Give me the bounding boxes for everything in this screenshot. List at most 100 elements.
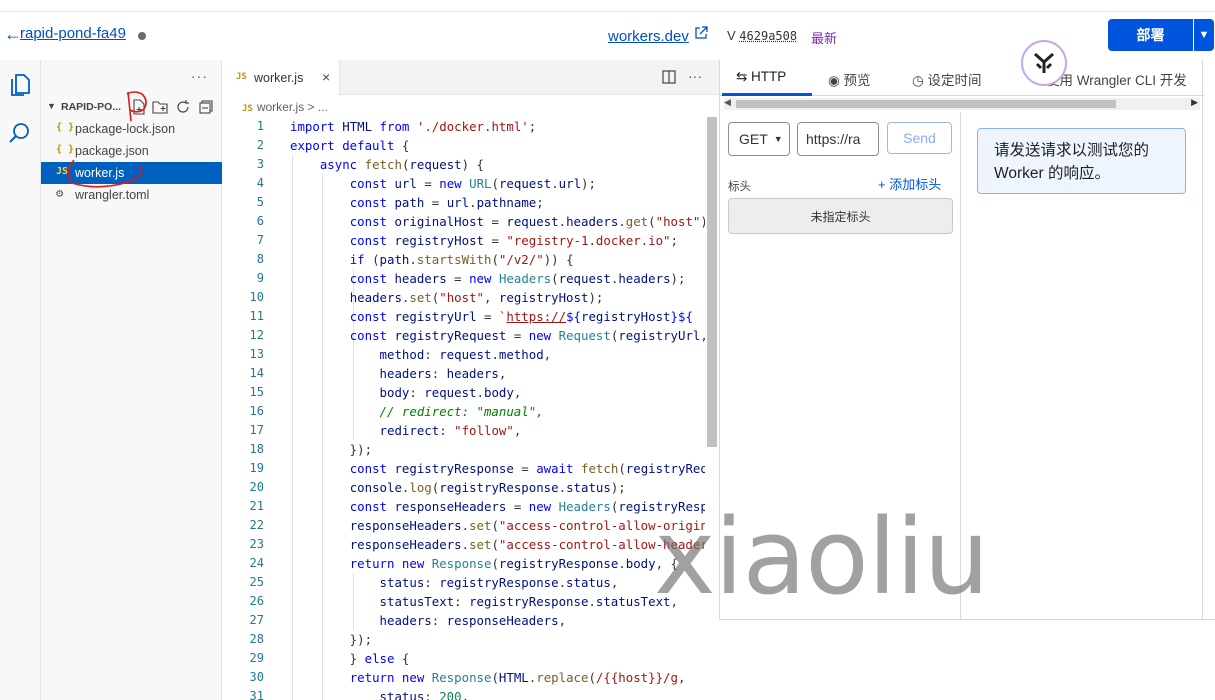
- scrollbar-thumb[interactable]: [707, 117, 717, 447]
- code-line: 21 const responseHeaders = new Headers(r…: [249, 499, 705, 514]
- code-line: 6 const originalHost = request.headers.g…: [256, 214, 705, 229]
- tab-worker-js[interactable]: JS worker.js ×: [222, 60, 340, 95]
- preview-tab-bar: ⇆ HTTP ◉ 预览 ◷ 设定时间 使用 Wrangler CLI 开发: [720, 60, 1204, 96]
- unsaved-dot-icon: [138, 32, 146, 40]
- editor-more-icon[interactable]: ···: [688, 68, 702, 84]
- breadcrumb[interactable]: JS worker.js > ...: [242, 100, 328, 114]
- code-line: 18 });: [249, 442, 373, 457]
- tab-label: worker.js: [254, 71, 304, 85]
- workers-dev-link[interactable]: workers.dev: [608, 28, 689, 45]
- code-line: 2 export default {: [256, 138, 410, 153]
- version-latest-badge: 最新: [811, 31, 838, 46]
- explorer-more-icon[interactable]: ···: [191, 68, 208, 84]
- code-line: 26 statusText: registryResponse.statusTe…: [249, 594, 678, 609]
- version-prefix: V: [727, 28, 736, 43]
- headers-label: 标头: [728, 181, 751, 193]
- code-line: 9 const headers = new Headers(request.he…: [256, 271, 686, 286]
- code-line: 30 return new Response(HTML.replace(/{{h…: [249, 670, 686, 685]
- file-item-package-lock[interactable]: { } package-lock.json: [41, 118, 222, 140]
- method-select[interactable]: GET ▼: [728, 122, 790, 156]
- code-line: 4 const url = new URL(request.url);: [256, 176, 596, 191]
- deploy-dropdown-chevron-icon[interactable]: ▼: [1194, 19, 1214, 51]
- code-line: 16 // redirect: "manual",: [249, 404, 544, 419]
- tabs-horizontal-scrollbar[interactable]: ◀ ▶: [724, 97, 1200, 110]
- json-file-icon: { }: [56, 144, 75, 155]
- tab-wrangler-cli[interactable]: 使用 Wrangler CLI 开发: [1046, 69, 1187, 89]
- method-value: GET: [739, 131, 768, 147]
- code-line: 10 headers.set("host", registryHost);: [249, 290, 604, 305]
- code-editor: JS worker.js × ··· JS worker.js > ... 1 im…: [222, 60, 719, 700]
- collapse-all-icon[interactable]: [198, 99, 214, 115]
- add-header-button[interactable]: + 添加标头: [878, 174, 941, 193]
- tab-http[interactable]: ⇆ HTTP: [736, 69, 786, 85]
- code-line: 7 const registryHost = "registry-1.docke…: [256, 233, 678, 248]
- assistant-logo-icon[interactable]: [1021, 40, 1067, 86]
- active-tab-indicator: [722, 93, 812, 96]
- code-line: 1 import HTML from './docker.html';: [256, 119, 537, 134]
- file-explorer: ··· ▼ RAPID-PO... { } package-lock.json …: [41, 60, 222, 700]
- root-folder-label: RAPID-PO...: [61, 101, 122, 113]
- file-item-wrangler[interactable]: ⚙ wrangler.toml: [41, 184, 222, 206]
- editor-tab-bar: JS worker.js × ···: [222, 60, 719, 95]
- scroll-left-icon[interactable]: ◀: [724, 97, 731, 108]
- deploy-header: V 4629a508 最新 部署 ▼: [719, 12, 1215, 86]
- version-hash[interactable]: 4629a508: [739, 29, 797, 43]
- code-line: 28 });: [249, 632, 373, 647]
- code-line: 5 const path = url.pathname;: [256, 195, 544, 210]
- panel-divider: [1202, 60, 1203, 620]
- code-line: 3 async fetch(request) {: [256, 157, 485, 172]
- js-file-icon: JS: [56, 166, 69, 177]
- tab-schedule[interactable]: ◷ 设定时间: [912, 69, 982, 89]
- file-name: package-lock.json: [75, 122, 176, 136]
- file-item-worker[interactable]: JS worker.js: [41, 162, 222, 184]
- refresh-icon[interactable]: [175, 99, 191, 115]
- scroll-right-icon[interactable]: ▶: [1191, 97, 1198, 108]
- editor-header: ← rapid-pond-fa49 workers.dev: [0, 12, 719, 60]
- code-line: 24 return new Response(registryResponse.…: [249, 556, 678, 571]
- chevron-down-icon[interactable]: ▼: [47, 101, 56, 111]
- json-file-icon: { }: [56, 122, 75, 133]
- tab-preview[interactable]: ◉ 预览: [828, 69, 871, 89]
- code-line: 15 body: request.body,: [249, 385, 522, 400]
- js-file-icon: JS: [236, 72, 247, 82]
- new-folder-icon[interactable]: [152, 99, 168, 115]
- split-editor-icon[interactable]: [662, 70, 676, 84]
- no-headers-placeholder: 未指定标头: [728, 198, 953, 234]
- code-line: 22 responseHeaders.set("access-control-a…: [249, 518, 705, 533]
- deploy-button[interactable]: 部署: [1108, 19, 1193, 51]
- scrollbar-thumb[interactable]: [736, 100, 1116, 108]
- code-line: 20 console.log(registryResponse.status);: [249, 480, 626, 495]
- request-pane: GET ▼ https://ra Send 标头 + 添加标头 未指定标头: [720, 112, 961, 620]
- url-input[interactable]: https://ra: [797, 122, 879, 156]
- external-link-icon[interactable]: [694, 26, 708, 40]
- file-item-package[interactable]: { } package.json: [41, 140, 222, 162]
- code-line: 11 const registryUrl = `https://${regist…: [249, 309, 693, 324]
- editor-vertical-scrollbar[interactable]: [705, 117, 719, 700]
- js-file-icon: JS: [242, 104, 253, 114]
- chevron-down-icon: ▼: [773, 134, 783, 144]
- activity-bar: [0, 60, 41, 700]
- code-line: 17 redirect: "follow",: [249, 423, 522, 438]
- code-line: 27 headers: responseHeaders,: [249, 613, 567, 628]
- top-border: [0, 0, 1215, 12]
- code-line: 31 status: 200,: [249, 689, 470, 700]
- code-line: 14 headers: headers,: [249, 366, 507, 381]
- panel-bottom-border: [719, 619, 1215, 620]
- response-pane: 请发送请求以测试您的 Worker 的响应。: [961, 112, 1204, 620]
- close-icon[interactable]: ×: [322, 69, 330, 85]
- version-label: V 4629a508: [727, 28, 797, 43]
- new-file-icon[interactable]: [131, 99, 147, 115]
- code-area[interactable]: 1 import HTML from './docker.html'; 2 expo…: [222, 117, 705, 700]
- file-name: package.json: [75, 144, 149, 158]
- files-icon[interactable]: [7, 72, 33, 98]
- response-message: 请发送请求以测试您的 Worker 的响应。: [977, 128, 1186, 194]
- project-name-link[interactable]: rapid-pond-fa49: [20, 25, 126, 42]
- breadcrumb-text: worker.js > ...: [256, 100, 328, 114]
- explorer-root-folder[interactable]: ▼ RAPID-PO...: [41, 96, 222, 118]
- code-line: 12 const registryRequest = new Request(r…: [249, 328, 705, 343]
- send-button[interactable]: Send: [887, 122, 952, 154]
- search-icon[interactable]: [7, 120, 33, 146]
- code-line: 19 const registryResponse = await fetch(…: [249, 461, 705, 476]
- file-name: wrangler.toml: [75, 188, 150, 202]
- code-line: 13 method: request.method,: [249, 347, 552, 362]
